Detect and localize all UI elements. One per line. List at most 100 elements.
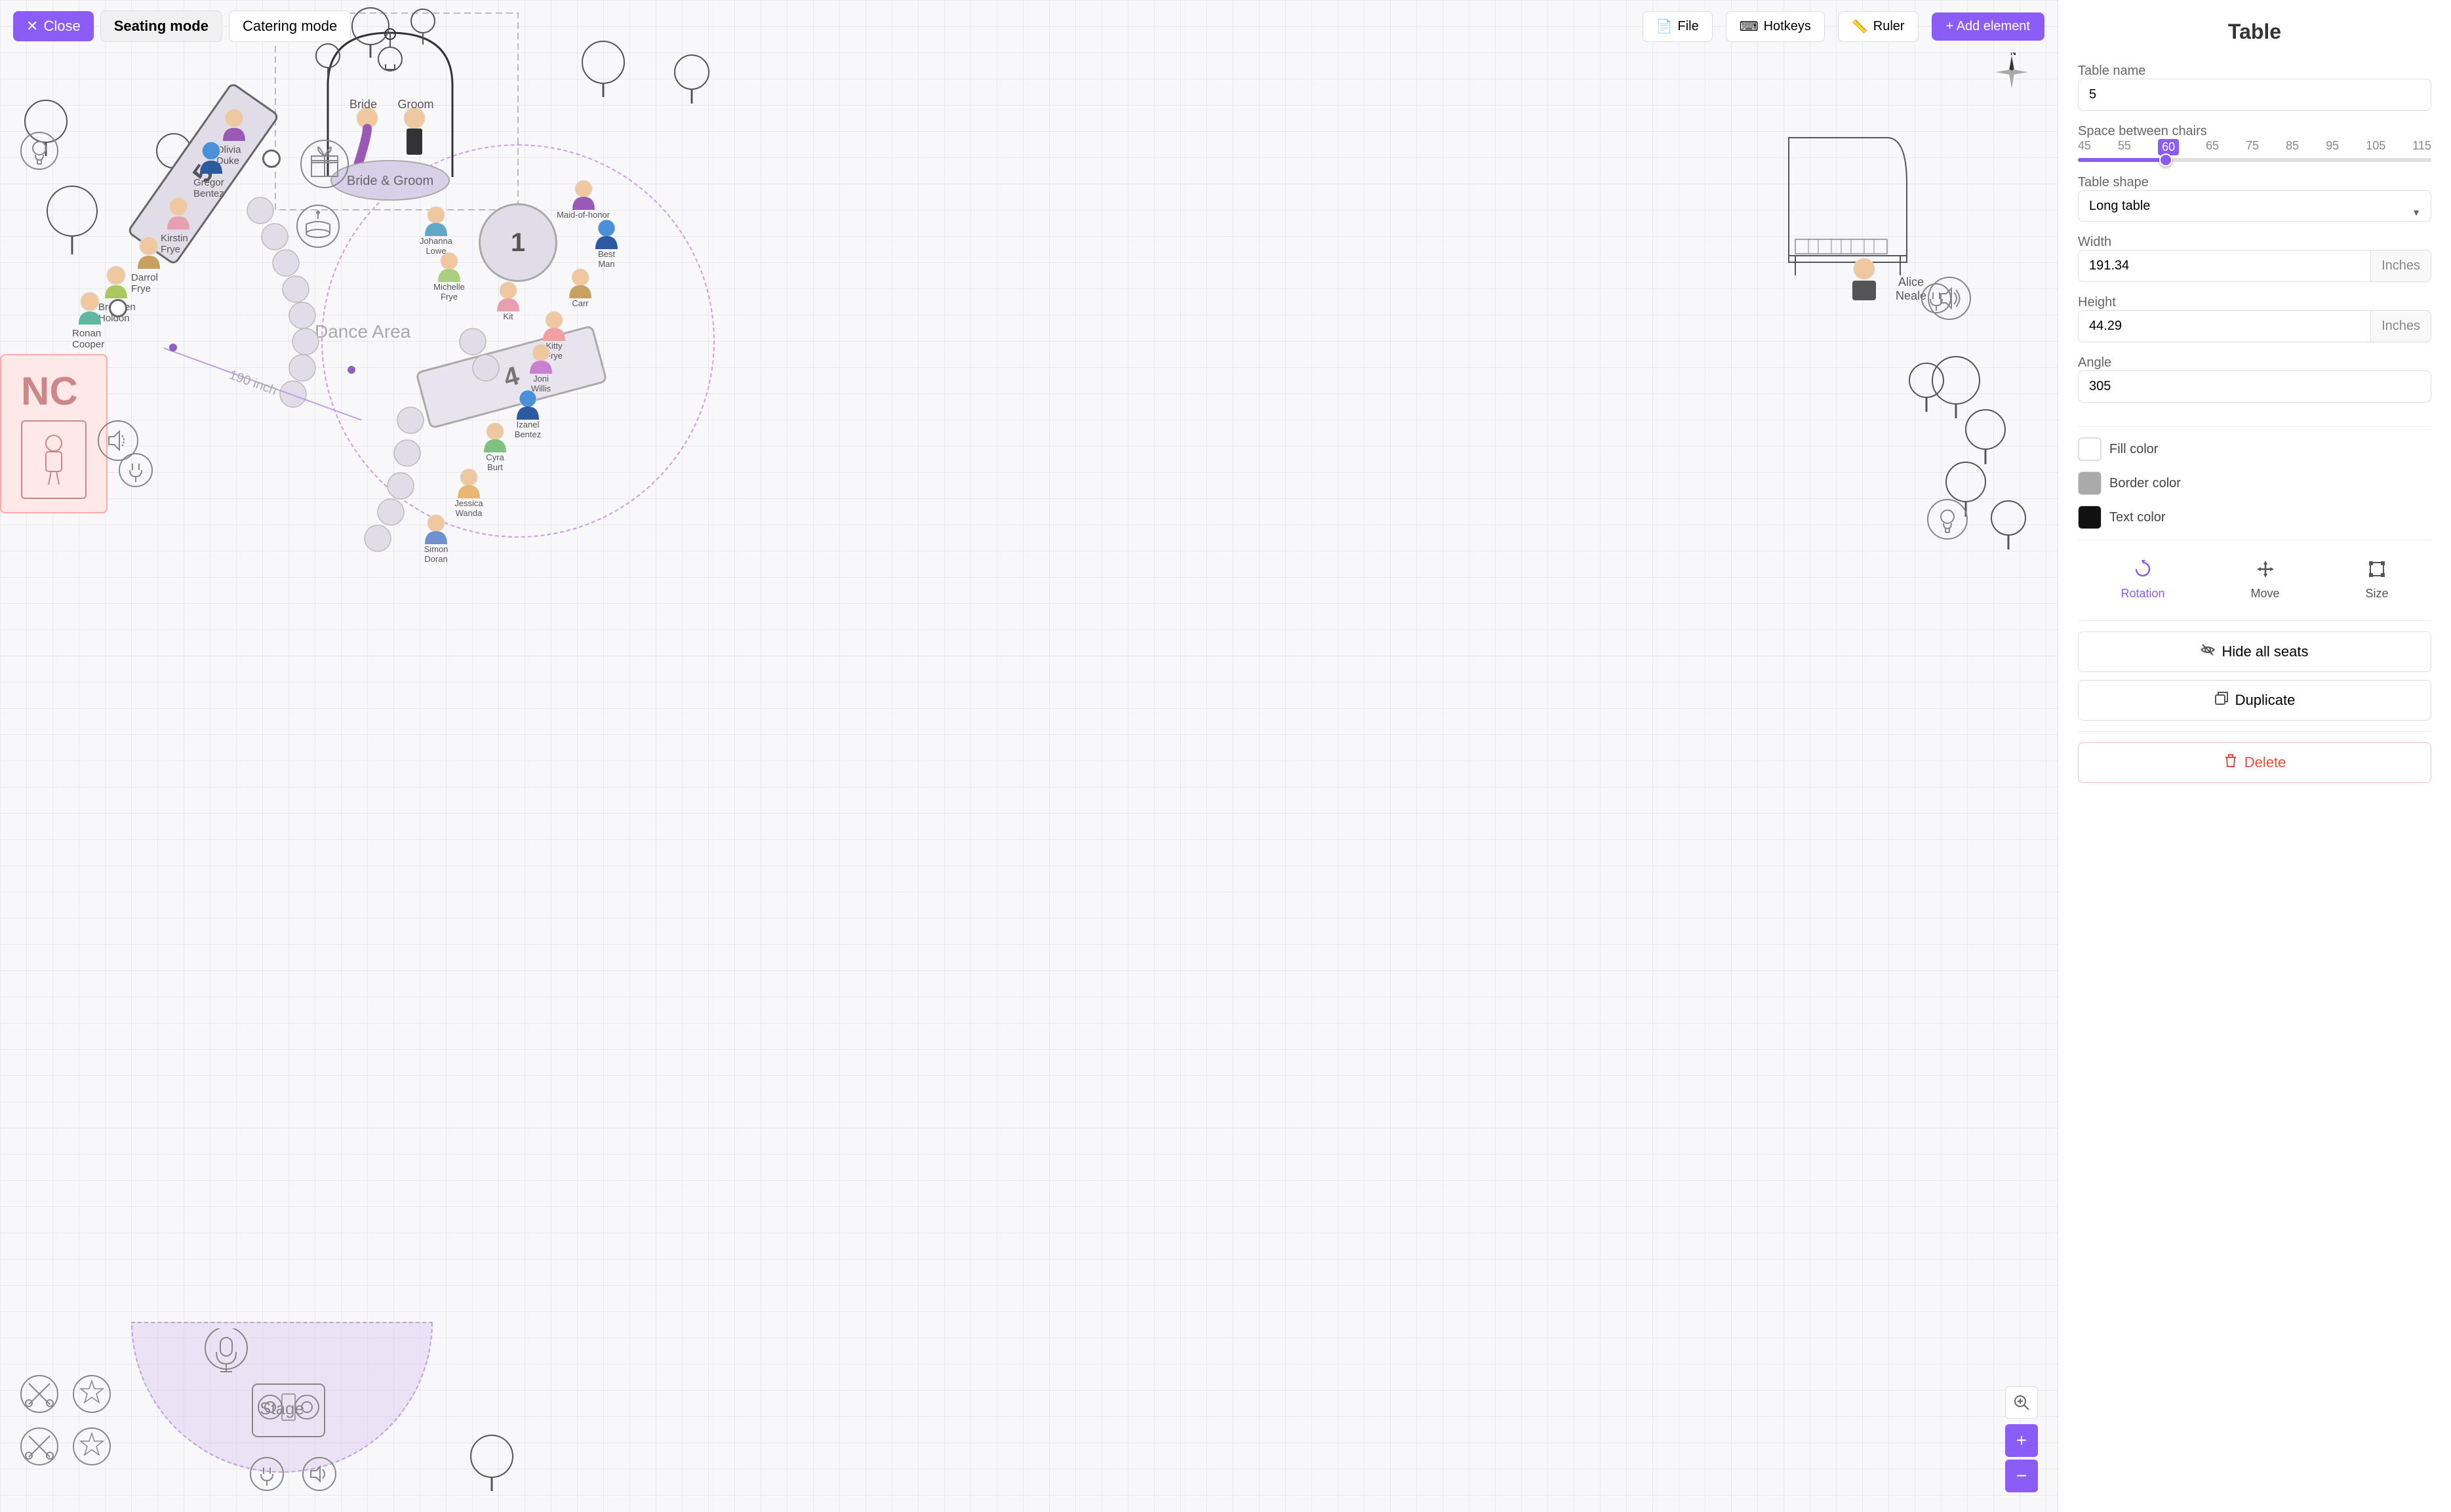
border-color-label: Border color xyxy=(2109,476,2181,491)
person-jessica-wanda: JessicaWanda xyxy=(452,466,485,518)
size-label: Size xyxy=(2365,587,2388,601)
table-1-container[interactable]: 1 Maid-of-honor BestMan Carr Kit Mi xyxy=(479,203,557,282)
measurement-label: 190 inch xyxy=(227,368,279,399)
person-piano xyxy=(1838,256,1890,321)
person-cyra-burt: CyraBurt xyxy=(479,420,511,472)
delete-label: Delete xyxy=(2244,754,2286,771)
duplicate-label: Duplicate xyxy=(2235,692,2296,709)
seating-mode-label: Seating mode xyxy=(114,18,209,34)
canvas[interactable]: ✕ Close Seating mode Catering mode 📄 Fil… xyxy=(0,0,2058,1512)
delete-button[interactable]: Delete xyxy=(2078,742,2431,783)
move-icon xyxy=(2256,560,2275,583)
hide-seats-button[interactable]: Hide all seats xyxy=(2078,631,2431,672)
person-johanna-lowe: JohannaLowe xyxy=(420,203,452,256)
zoom-in-button[interactable]: + xyxy=(2005,1424,2038,1457)
table5-handle-1[interactable] xyxy=(262,149,281,168)
zoom-icon[interactable] xyxy=(2005,1386,2038,1419)
close-button[interactable]: ✕ Close xyxy=(13,11,94,41)
zoom-controls: + − xyxy=(2005,1386,2038,1492)
move-label: Move xyxy=(2251,587,2280,601)
empty-chair-2 xyxy=(261,223,289,250)
gift-icon xyxy=(298,138,351,190)
cake-icon xyxy=(295,203,341,249)
svg-text:Bride: Bride xyxy=(349,98,377,111)
hotkeys-button[interactable]: ⌨ Hotkeys xyxy=(1726,11,1825,42)
empty-chair-13 xyxy=(364,525,391,552)
height-unit: Inches xyxy=(2370,311,2431,342)
svg-text:Bride & Groom: Bride & Groom xyxy=(347,174,433,188)
file-label: File xyxy=(1678,19,1699,34)
ruler-button[interactable]: 📏 Ruler xyxy=(1838,11,1919,42)
slider-labels: 45 55 60 65 75 85 95 105 115 xyxy=(2078,139,2431,155)
lightbulb-icon-left xyxy=(20,131,59,177)
width-input[interactable] xyxy=(2079,250,2370,281)
height-input-wrapper: Inches xyxy=(2078,310,2431,342)
duplicate-button[interactable]: Duplicate xyxy=(2078,680,2431,721)
empty-chair-15 xyxy=(472,354,500,382)
hotkeys-icon: ⌨ xyxy=(1740,18,1759,35)
plug-icon xyxy=(1920,282,1953,315)
ruler-label: Ruler xyxy=(1873,19,1905,34)
divider-4 xyxy=(2078,731,2431,732)
panel-title: Table xyxy=(2078,20,2431,44)
table-name-input[interactable] xyxy=(2078,79,2431,111)
table-shape-select[interactable]: Long table Round table Square table xyxy=(2078,190,2431,222)
person-maidofhonor: Maid-of-honor xyxy=(557,177,610,220)
text-color-swatch[interactable] xyxy=(2078,506,2102,529)
add-element-button[interactable]: + Add element xyxy=(1932,12,2044,41)
empty-chair-4 xyxy=(282,275,309,303)
plug-icon-bottom xyxy=(249,1456,285,1492)
file-button[interactable]: 📄 File xyxy=(1643,11,1713,42)
seating-mode-button[interactable]: Seating mode xyxy=(100,10,222,42)
delete-icon xyxy=(2223,753,2238,772)
table5-handle-2[interactable] xyxy=(109,299,127,317)
width-input-wrapper: Inches xyxy=(2078,250,2431,282)
fill-color-swatch[interactable] xyxy=(2078,437,2102,461)
dance-area-label: Dance Area xyxy=(315,321,410,342)
space-chairs-label: Space between chairs xyxy=(2078,124,2207,138)
slider-fill xyxy=(2078,158,2166,162)
tree-bottom1 xyxy=(466,1433,518,1492)
svg-text:N: N xyxy=(2010,52,2016,57)
zoom-out-button[interactable]: − xyxy=(2005,1460,2038,1492)
table-name-label: Table name xyxy=(2078,64,2145,78)
height-input[interactable] xyxy=(2079,311,2370,342)
divider-3 xyxy=(2078,620,2431,621)
person-bestman: BestMan xyxy=(590,216,623,269)
nc-sign: NC xyxy=(0,354,108,513)
size-mode-button[interactable]: Size xyxy=(2359,553,2395,607)
table-1[interactable]: 1 xyxy=(479,203,557,282)
close-label: Close xyxy=(43,18,80,35)
catering-mode-button[interactable]: Catering mode xyxy=(229,10,351,42)
ruler-icon: 📏 xyxy=(1852,18,1868,35)
rotation-label: Rotation xyxy=(2121,587,2164,601)
border-color-swatch[interactable] xyxy=(2078,471,2102,495)
file-icon: 📄 xyxy=(1656,18,1673,35)
angle-input[interactable] xyxy=(2078,370,2431,403)
move-mode-button[interactable]: Move xyxy=(2244,553,2286,607)
text-color-row: Text color xyxy=(2078,506,2431,529)
rotation-mode-button[interactable]: Rotation xyxy=(2114,553,2171,607)
empty-chair-9 xyxy=(397,407,424,434)
slider-thumb[interactable] xyxy=(2159,153,2172,167)
measurement-dot-2 xyxy=(348,366,355,374)
empty-chair-12 xyxy=(377,498,405,526)
hotkeys-label: Hotkeys xyxy=(1764,19,1811,34)
divider-1 xyxy=(2078,426,2431,427)
space-between-chairs-container: Space between chairs 45 55 60 65 75 85 9… xyxy=(2078,124,2431,162)
person-izanel-bentez: IzanelBentez xyxy=(511,387,544,439)
empty-chair-7 xyxy=(289,354,316,382)
action-buttons: Rotation Move Size xyxy=(2078,553,2431,607)
fill-color-row: Fill color xyxy=(2078,437,2431,461)
hide-seats-icon xyxy=(2201,643,2215,661)
person-darrol-frye: DarrolFrye xyxy=(131,233,167,294)
text-color-label: Text color xyxy=(2109,510,2166,525)
empty-chair-1 xyxy=(247,197,274,224)
empty-chair-6 xyxy=(292,328,319,355)
scissors-icon-1 xyxy=(20,1427,59,1466)
slider-track[interactable] xyxy=(2078,158,2431,162)
hide-seats-label: Hide all seats xyxy=(2222,643,2308,660)
tree-right1 xyxy=(669,52,715,105)
empty-chair-5 xyxy=(289,302,316,329)
measurement-dot-1 xyxy=(169,344,177,351)
